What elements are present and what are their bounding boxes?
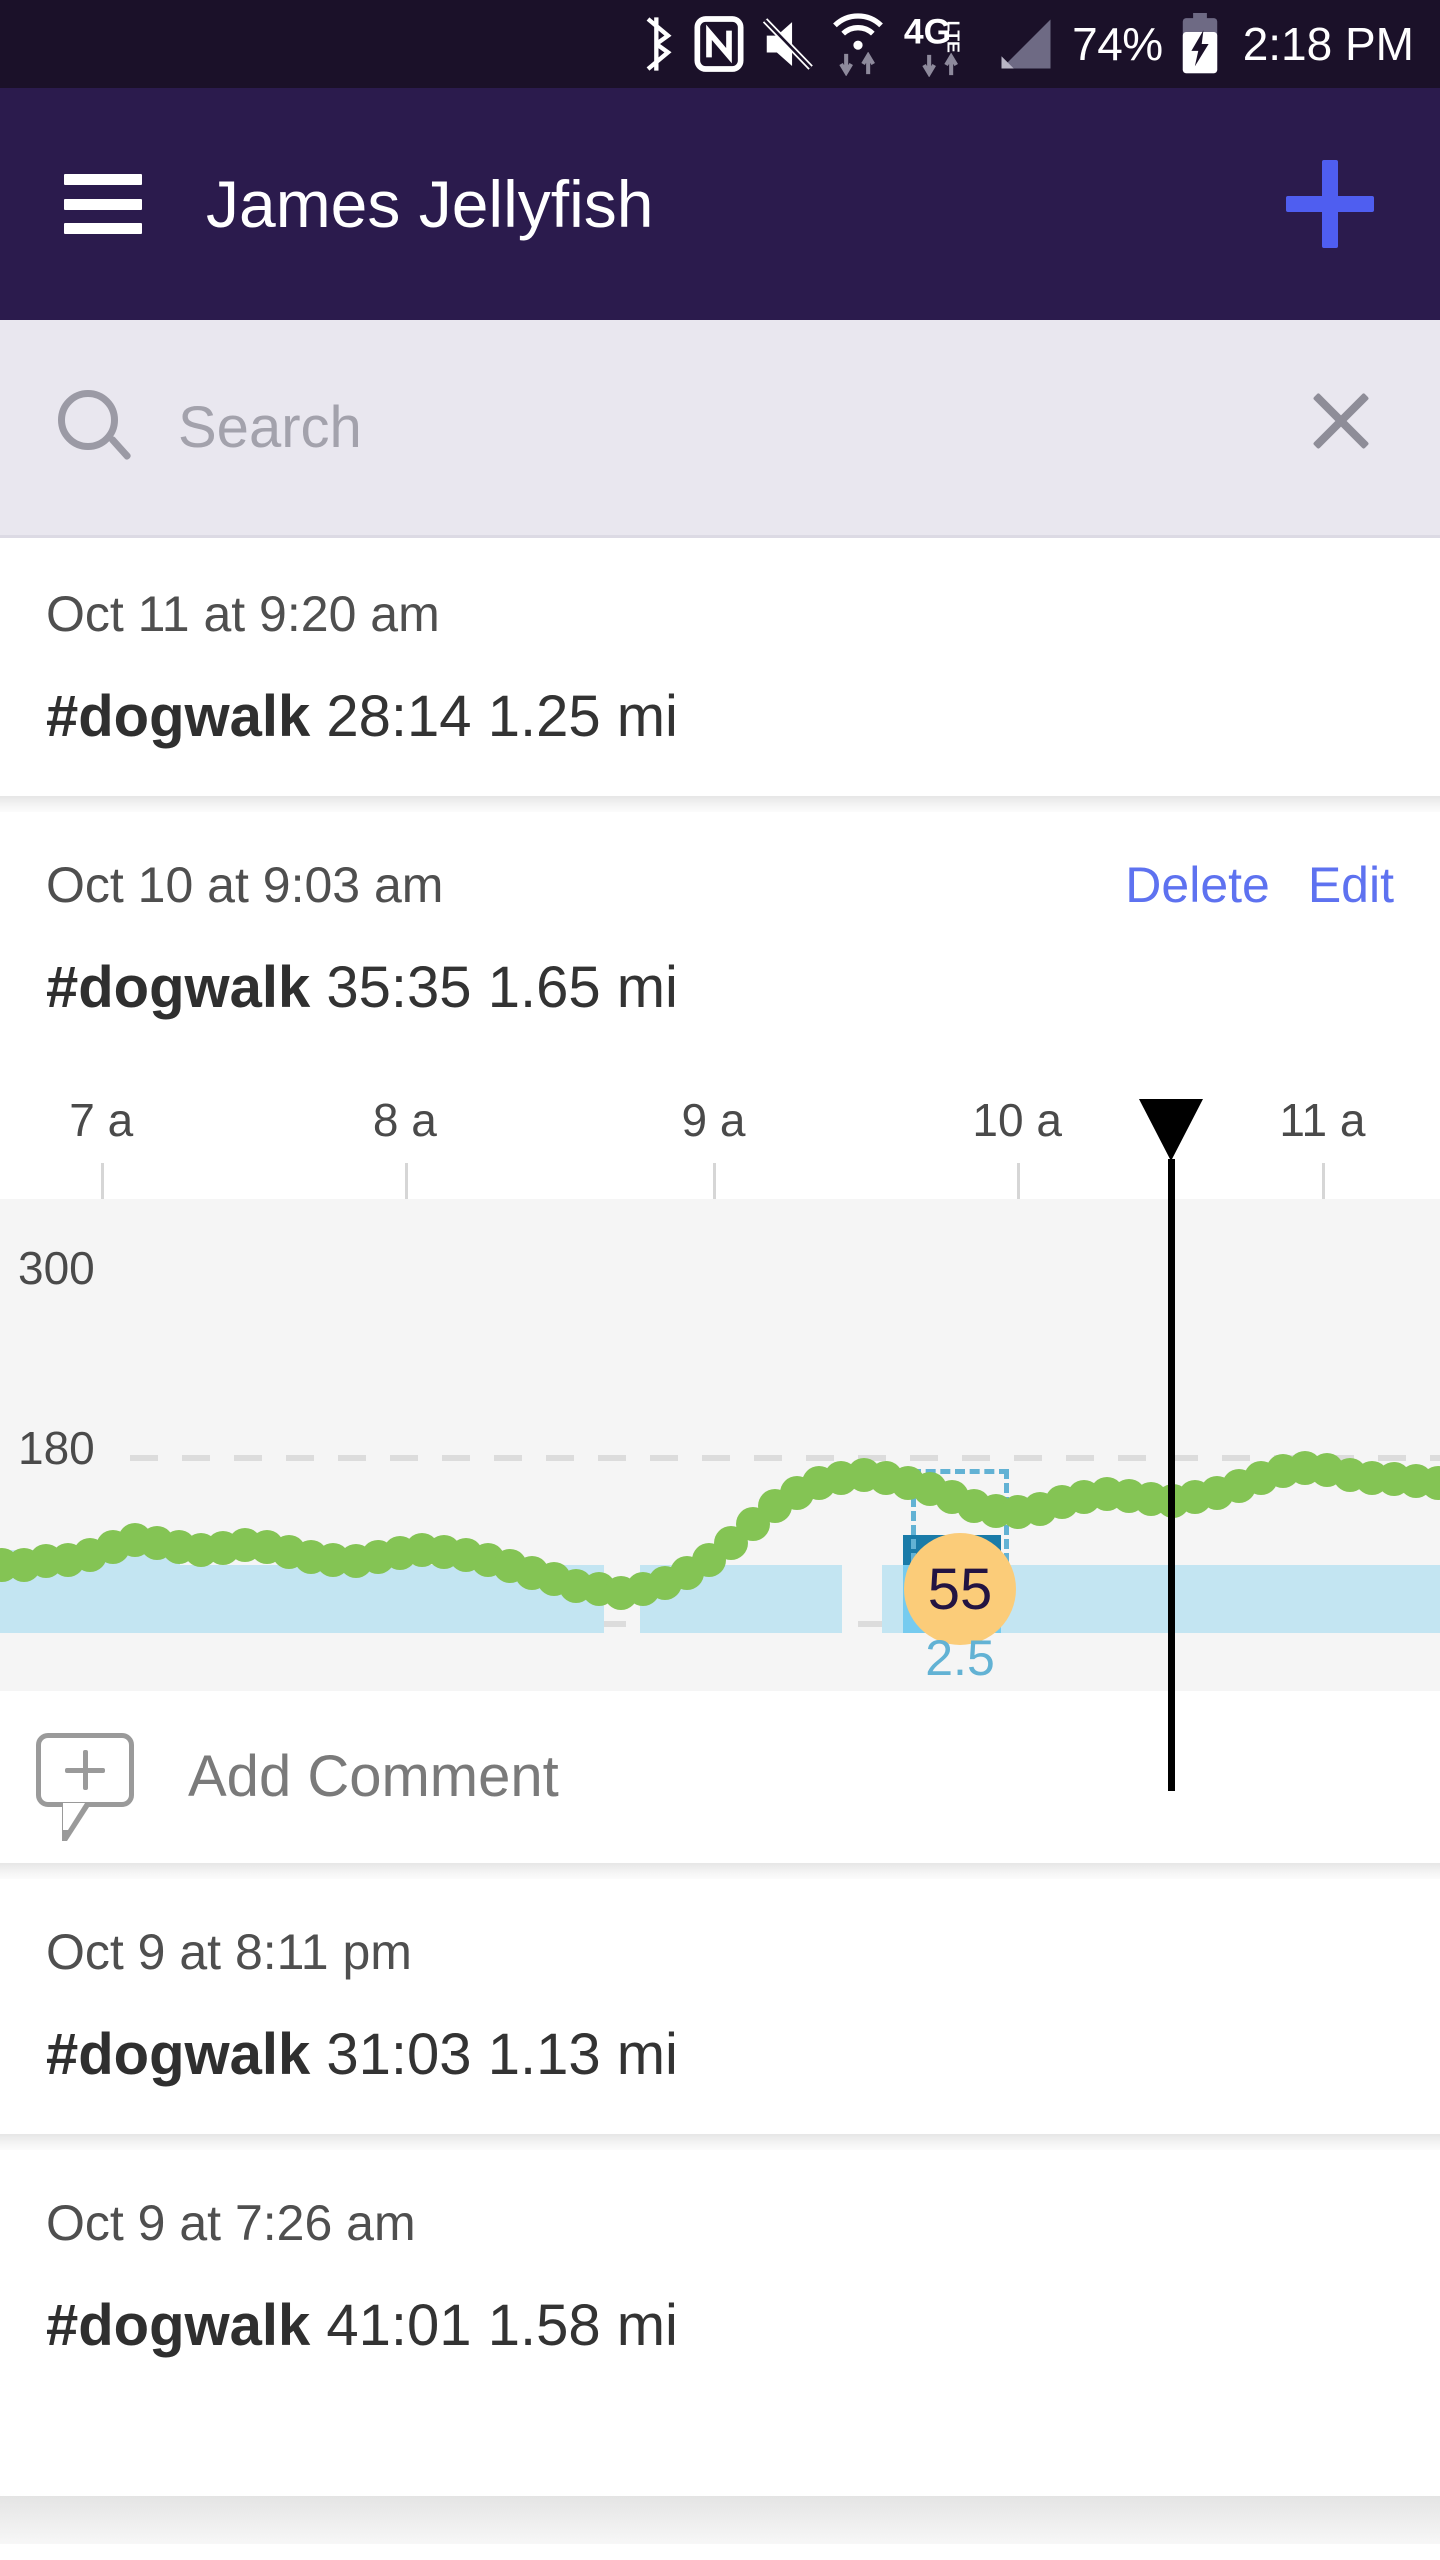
x-tick (101, 1163, 105, 1203)
entry-summary: #dogwalk 31:03 1.13 mi (46, 2021, 1394, 2134)
list-divider (0, 796, 1440, 812)
entry-date: Oct 11 at 9:20 am (46, 586, 440, 642)
x-tick (404, 1163, 408, 1203)
chart-plot-area: 30018065552.5 (0, 1199, 1440, 1691)
entry-duration: 35:35 (326, 955, 472, 1020)
list-item[interactable]: Oct 11 at 9:20 am #dogwalk 28:14 1.25 mi (0, 541, 1440, 796)
plus-icon[interactable] (1278, 152, 1382, 256)
cursor-line[interactable] (1167, 1159, 1175, 1791)
x-tick-label: 8 a (372, 1094, 437, 1146)
entry-distance: 1.25 mi (487, 684, 678, 749)
mute-icon (760, 15, 814, 73)
x-tick-label: 10 a (972, 1094, 1062, 1146)
entry-tag: #dogwalk (46, 2022, 311, 2087)
bottom-edge (0, 2496, 1440, 2544)
hamburger-icon[interactable] (64, 174, 142, 234)
signal-icon (996, 16, 1056, 72)
wifi-icon (830, 12, 886, 76)
search-bar (0, 320, 1440, 538)
nfc-icon (694, 15, 744, 73)
glucose-chart[interactable]: 7 a8 a9 a10 a11 a 30018065552.5 (0, 1071, 1440, 1791)
grid-line (130, 1455, 1440, 1461)
entry-duration: 41:01 (326, 2293, 472, 2358)
entry-distance: 1.13 mi (487, 2022, 678, 2087)
y-tick-label: 180 (18, 1422, 95, 1474)
entry-tag: #dogwalk (46, 2293, 311, 2358)
entry-summary: #dogwalk 28:14 1.25 mi (46, 683, 1394, 796)
entry-date: Oct 9 at 8:11 pm (46, 1924, 412, 1980)
search-input[interactable] (178, 394, 1286, 461)
x-tick (713, 1163, 717, 1203)
bluetooth-icon (638, 15, 678, 73)
edit-button[interactable]: Edit (1308, 856, 1394, 914)
entry-summary: #dogwalk 41:01 1.58 mi (46, 2292, 1394, 2405)
entry-duration: 28:14 (326, 684, 472, 749)
activity-bar (1028, 1564, 1440, 1633)
entry-distance: 1.65 mi (487, 955, 678, 1020)
app-bar: James Jellyfish (0, 88, 1440, 320)
4g-lte-icon: 4G LTE (902, 11, 980, 77)
entry-distance: 1.58 mi (487, 2293, 678, 2358)
svg-text:LTE: LTE (944, 21, 964, 53)
y-tick-label: 300 (18, 1242, 95, 1294)
list-divider (0, 2134, 1440, 2150)
carb-value-label: 2.5 (925, 1630, 995, 1686)
x-tick-label: 9 a (681, 1094, 746, 1146)
search-icon (58, 389, 134, 466)
list-item[interactable]: Oct 9 at 7:26 am #dogwalk 41:01 1.58 mi (0, 2150, 1440, 2405)
list-item-expanded[interactable]: Oct 10 at 9:03 am Delete Edit #dogwalk 3… (0, 812, 1440, 1863)
status-bar: 4G LTE 74% 2:18 PM (0, 0, 1440, 88)
clock: 2:18 PM (1242, 18, 1414, 70)
page-title: James Jellyfish (206, 167, 654, 241)
x-tick-label: 7 a (69, 1094, 134, 1146)
list-item[interactable]: Oct 9 at 8:11 pm #dogwalk 31:03 1.13 mi (0, 1879, 1440, 2134)
add-comment-button[interactable]: Add Comment (0, 1691, 1440, 1863)
x-tick-label: 11 a (1279, 1094, 1366, 1146)
battery-charging-icon (1179, 13, 1221, 75)
entry-actions: Delete Edit (1125, 856, 1394, 914)
close-icon[interactable] (1286, 373, 1396, 483)
entry-tag: #dogwalk (46, 955, 311, 1020)
battery-percent: 74% (1072, 18, 1163, 70)
x-tick (1017, 1163, 1021, 1203)
entry-date: Oct 9 at 7:26 am (46, 2195, 416, 2251)
x-tick (1322, 1163, 1326, 1203)
entry-tag: #dogwalk (46, 684, 311, 749)
entry-duration: 31:03 (326, 2022, 472, 2087)
add-comment-label: Add Comment (188, 1743, 559, 1809)
delete-button[interactable]: Delete (1125, 856, 1270, 914)
list-divider (0, 1863, 1440, 1879)
entry-summary: #dogwalk 35:35 1.65 mi (46, 954, 1394, 1067)
phone-screen: 4G LTE 74% 2:18 PM James Jellyfish Searc… (0, 0, 1440, 2560)
activity-list: Oct 11 at 9:20 am #dogwalk 28:14 1.25 mi… (0, 541, 1440, 2405)
add-comment-icon (36, 1733, 134, 1841)
chart-x-axis: 7 a 8 a 9 a 10 a 11 a (0, 1071, 1440, 1203)
cursor-triangle-icon[interactable] (1138, 1099, 1203, 1161)
